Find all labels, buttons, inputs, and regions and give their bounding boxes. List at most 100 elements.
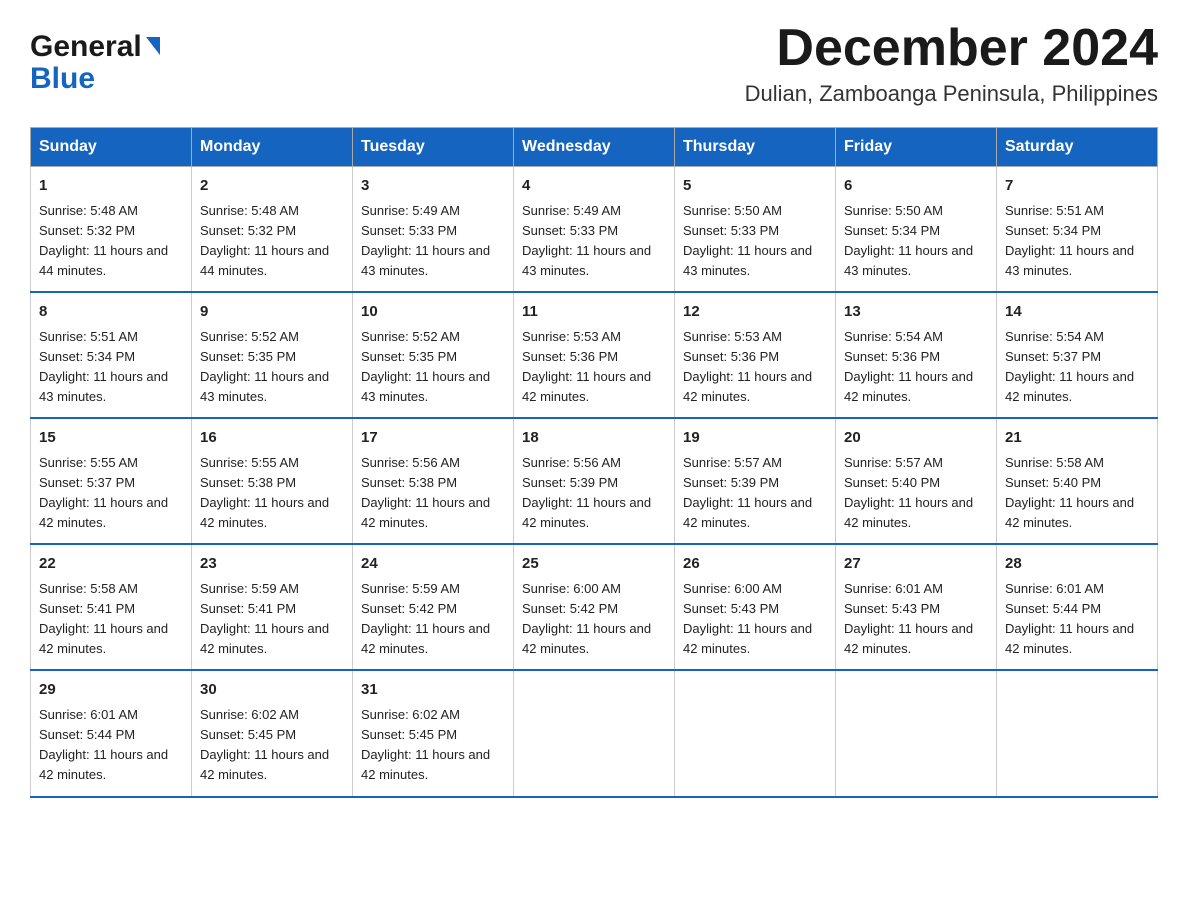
sunset-label: Sunset: 5:32 PM [39,223,135,238]
calendar-cell [997,670,1158,796]
day-info: Sunrise: 5:50 AM Sunset: 5:34 PM Dayligh… [844,201,988,282]
sunrise-label: Sunrise: 5:55 AM [39,455,138,470]
day-info: Sunrise: 5:51 AM Sunset: 5:34 PM Dayligh… [39,327,183,408]
calendar-cell: 6 Sunrise: 5:50 AM Sunset: 5:34 PM Dayli… [836,167,997,293]
daylight-label: Daylight: 11 hours and 42 minutes. [522,495,651,530]
sunset-label: Sunset: 5:40 PM [844,475,940,490]
sunrise-label: Sunrise: 5:57 AM [844,455,943,470]
sunrise-label: Sunrise: 5:54 AM [1005,329,1104,344]
calendar-header-row: SundayMondayTuesdayWednesdayThursdayFrid… [31,128,1158,167]
calendar-cell: 27 Sunrise: 6:01 AM Sunset: 5:43 PM Dayl… [836,544,997,670]
sunset-label: Sunset: 5:33 PM [361,223,457,238]
calendar-cell: 10 Sunrise: 5:52 AM Sunset: 5:35 PM Dayl… [353,292,514,418]
calendar-cell: 2 Sunrise: 5:48 AM Sunset: 5:32 PM Dayli… [192,167,353,293]
day-info: Sunrise: 5:52 AM Sunset: 5:35 PM Dayligh… [361,327,505,408]
day-number: 20 [844,427,988,450]
sunset-label: Sunset: 5:39 PM [683,475,779,490]
col-header-monday: Monday [192,128,353,167]
sunrise-label: Sunrise: 6:01 AM [844,581,943,596]
week-row-1: 1 Sunrise: 5:48 AM Sunset: 5:32 PM Dayli… [31,167,1158,293]
day-number: 12 [683,301,827,324]
sunrise-label: Sunrise: 5:54 AM [844,329,943,344]
day-info: Sunrise: 6:01 AM Sunset: 5:44 PM Dayligh… [1005,579,1149,660]
daylight-label: Daylight: 11 hours and 43 minutes. [361,369,490,404]
day-number: 17 [361,427,505,450]
sunset-label: Sunset: 5:34 PM [844,223,940,238]
sunrise-label: Sunrise: 5:56 AM [361,455,460,470]
day-number: 31 [361,679,505,702]
sunset-label: Sunset: 5:38 PM [200,475,296,490]
week-row-5: 29 Sunrise: 6:01 AM Sunset: 5:44 PM Dayl… [31,670,1158,796]
sunset-label: Sunset: 5:44 PM [39,727,135,742]
day-info: Sunrise: 6:00 AM Sunset: 5:43 PM Dayligh… [683,579,827,660]
calendar-cell: 13 Sunrise: 5:54 AM Sunset: 5:36 PM Dayl… [836,292,997,418]
calendar-cell: 29 Sunrise: 6:01 AM Sunset: 5:44 PM Dayl… [31,670,192,796]
day-info: Sunrise: 6:02 AM Sunset: 5:45 PM Dayligh… [200,705,344,786]
day-info: Sunrise: 5:58 AM Sunset: 5:40 PM Dayligh… [1005,453,1149,534]
day-info: Sunrise: 5:59 AM Sunset: 5:42 PM Dayligh… [361,579,505,660]
sunset-label: Sunset: 5:41 PM [39,601,135,616]
day-info: Sunrise: 5:55 AM Sunset: 5:37 PM Dayligh… [39,453,183,534]
daylight-label: Daylight: 11 hours and 43 minutes. [844,243,973,278]
day-info: Sunrise: 5:57 AM Sunset: 5:39 PM Dayligh… [683,453,827,534]
day-number: 21 [1005,427,1149,450]
sunset-label: Sunset: 5:35 PM [361,349,457,364]
sunset-label: Sunset: 5:35 PM [200,349,296,364]
daylight-label: Daylight: 11 hours and 42 minutes. [1005,495,1134,530]
calendar-cell: 21 Sunrise: 5:58 AM Sunset: 5:40 PM Dayl… [997,418,1158,544]
calendar-cell [836,670,997,796]
day-info: Sunrise: 5:59 AM Sunset: 5:41 PM Dayligh… [200,579,344,660]
daylight-label: Daylight: 11 hours and 42 minutes. [844,621,973,656]
sunrise-label: Sunrise: 5:53 AM [683,329,782,344]
col-header-friday: Friday [836,128,997,167]
sunset-label: Sunset: 5:40 PM [1005,475,1101,490]
sunset-label: Sunset: 5:42 PM [361,601,457,616]
col-header-sunday: Sunday [31,128,192,167]
calendar-cell: 16 Sunrise: 5:55 AM Sunset: 5:38 PM Dayl… [192,418,353,544]
daylight-label: Daylight: 11 hours and 42 minutes. [522,621,651,656]
daylight-label: Daylight: 11 hours and 42 minutes. [361,747,490,782]
day-number: 22 [39,553,183,576]
daylight-label: Daylight: 11 hours and 44 minutes. [39,243,168,278]
calendar-cell: 5 Sunrise: 5:50 AM Sunset: 5:33 PM Dayli… [675,167,836,293]
day-info: Sunrise: 6:01 AM Sunset: 5:43 PM Dayligh… [844,579,988,660]
sunset-label: Sunset: 5:33 PM [683,223,779,238]
daylight-label: Daylight: 11 hours and 42 minutes. [1005,369,1134,404]
calendar-cell: 24 Sunrise: 5:59 AM Sunset: 5:42 PM Dayl… [353,544,514,670]
daylight-label: Daylight: 11 hours and 43 minutes. [39,369,168,404]
day-info: Sunrise: 5:48 AM Sunset: 5:32 PM Dayligh… [39,201,183,282]
day-number: 14 [1005,301,1149,324]
day-info: Sunrise: 5:56 AM Sunset: 5:39 PM Dayligh… [522,453,666,534]
sunrise-label: Sunrise: 5:59 AM [200,581,299,596]
calendar-cell: 31 Sunrise: 6:02 AM Sunset: 5:45 PM Dayl… [353,670,514,796]
title-block: December 2024 Dulian, Zamboanga Peninsul… [745,20,1158,107]
calendar-table: SundayMondayTuesdayWednesdayThursdayFrid… [30,127,1158,797]
day-info: Sunrise: 5:55 AM Sunset: 5:38 PM Dayligh… [200,453,344,534]
sunrise-label: Sunrise: 5:52 AM [361,329,460,344]
day-info: Sunrise: 5:52 AM Sunset: 5:35 PM Dayligh… [200,327,344,408]
sunset-label: Sunset: 5:36 PM [683,349,779,364]
day-info: Sunrise: 5:58 AM Sunset: 5:41 PM Dayligh… [39,579,183,660]
calendar-cell: 11 Sunrise: 5:53 AM Sunset: 5:36 PM Dayl… [514,292,675,418]
col-header-saturday: Saturday [997,128,1158,167]
day-info: Sunrise: 6:02 AM Sunset: 5:45 PM Dayligh… [361,705,505,786]
sunrise-label: Sunrise: 5:50 AM [844,203,943,218]
calendar-cell: 1 Sunrise: 5:48 AM Sunset: 5:32 PM Dayli… [31,167,192,293]
day-info: Sunrise: 5:49 AM Sunset: 5:33 PM Dayligh… [361,201,505,282]
day-number: 11 [522,301,666,324]
day-info: Sunrise: 5:54 AM Sunset: 5:36 PM Dayligh… [844,327,988,408]
day-number: 23 [200,553,344,576]
calendar-cell: 22 Sunrise: 5:58 AM Sunset: 5:41 PM Dayl… [31,544,192,670]
calendar-cell [675,670,836,796]
week-row-3: 15 Sunrise: 5:55 AM Sunset: 5:37 PM Dayl… [31,418,1158,544]
day-info: Sunrise: 5:57 AM Sunset: 5:40 PM Dayligh… [844,453,988,534]
day-number: 15 [39,427,183,450]
sunset-label: Sunset: 5:42 PM [522,601,618,616]
sunrise-label: Sunrise: 5:48 AM [200,203,299,218]
daylight-label: Daylight: 11 hours and 42 minutes. [39,621,168,656]
sunrise-label: Sunrise: 5:58 AM [1005,455,1104,470]
sunrise-label: Sunrise: 5:52 AM [200,329,299,344]
daylight-label: Daylight: 11 hours and 42 minutes. [200,747,329,782]
day-number: 4 [522,175,666,198]
daylight-label: Daylight: 11 hours and 42 minutes. [200,495,329,530]
